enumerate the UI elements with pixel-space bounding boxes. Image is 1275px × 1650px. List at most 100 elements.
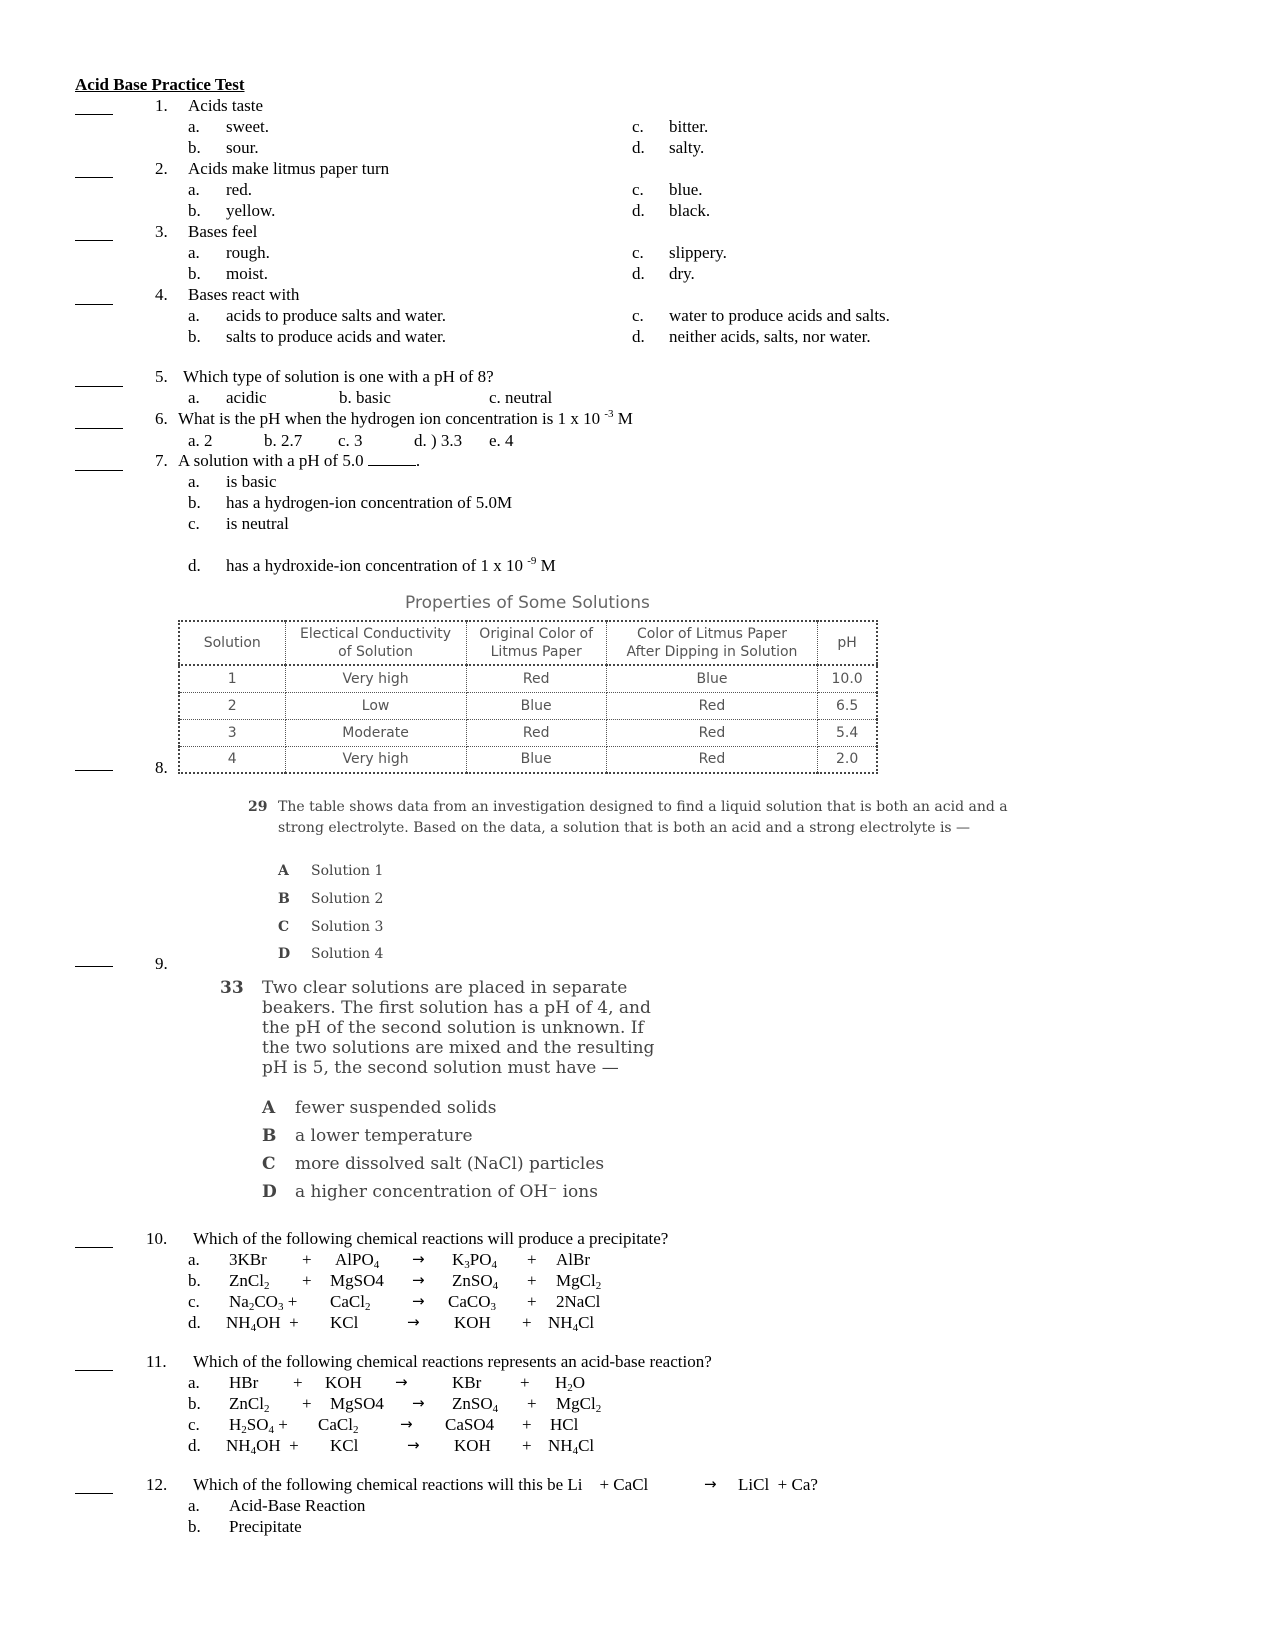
option-text: Solution 4: [311, 946, 384, 962]
reactant: CaCl2: [330, 1292, 371, 1313]
answer-blank-1[interactable]: [75, 114, 113, 115]
product: ZnSO4: [452, 1271, 499, 1292]
option-text: more dissolved salt (NaCl) particles: [295, 1154, 605, 1174]
option-label: b.: [188, 1271, 201, 1290]
arrow-icon: →: [412, 1292, 425, 1310]
product: NH4Cl: [548, 1436, 595, 1457]
answer-blank-6[interactable]: [75, 428, 123, 429]
option-text: sweet.: [226, 117, 269, 136]
option-text: a lower temperature: [295, 1126, 473, 1146]
product: NH4Cl: [548, 1313, 595, 1334]
option-text: Solution 1: [311, 863, 384, 879]
header-text: Original Color of: [479, 626, 594, 642]
cell: Red: [465, 718, 607, 747]
product: HCl: [550, 1415, 579, 1434]
header-text: of Solution: [338, 644, 414, 660]
reactant: KCl: [330, 1436, 359, 1455]
reactant: ZnCl2: [229, 1271, 270, 1292]
product: H2O: [555, 1373, 586, 1394]
plus-sign: +: [522, 1436, 532, 1455]
exponent: -3: [604, 408, 614, 420]
header-original-color: Original Color of Litmus Paper: [465, 620, 607, 666]
question-text: Acids taste: [188, 96, 264, 115]
table-row: 2 Low Blue Red 6.5: [178, 691, 878, 720]
option-text: has a hydrogen-ion concentration of 5.0M: [226, 493, 513, 512]
question-number: 3.: [155, 222, 168, 241]
option-D: Da higher concentration of OH⁻ ions: [262, 1184, 598, 1201]
source-question-number: 29: [248, 799, 268, 815]
option-label: a.: [188, 180, 200, 199]
option-label: c.: [632, 243, 644, 262]
answer-blank-2[interactable]: [75, 177, 113, 178]
option-label: d.: [188, 1436, 201, 1455]
answer-blank-10[interactable]: [75, 1247, 113, 1248]
arrow-icon: →: [412, 1250, 425, 1268]
reactant: ZnCl2: [229, 1394, 270, 1415]
cell: 5.4: [817, 718, 878, 747]
header-conductivity: Electical Conductivity of Solution: [284, 620, 467, 666]
question-text-line-1: The table shows data from an investigati…: [278, 799, 1008, 815]
cell: Very high: [284, 745, 467, 774]
reactant: HBr: [229, 1373, 259, 1392]
option-label: b.: [188, 264, 201, 283]
answer-blank-9[interactable]: [75, 966, 113, 967]
answer-blank-3[interactable]: [75, 240, 113, 241]
option-text: sour.: [226, 138, 259, 157]
option-c: c. neutral: [489, 388, 553, 407]
question-number: 10.: [146, 1229, 168, 1248]
answer-blank-11[interactable]: [75, 1370, 113, 1371]
question-number: 2.: [155, 159, 168, 178]
product: AlBr: [556, 1250, 590, 1269]
reactant: MgSO4: [330, 1394, 384, 1413]
answer-blank-5[interactable]: [75, 386, 123, 387]
figure-title: Properties of Some Solutions: [405, 593, 650, 613]
option-letter: B: [262, 1126, 277, 1146]
option-label: b.: [188, 493, 201, 512]
question-text: Acids make litmus paper turn: [188, 159, 390, 178]
option-label: a.: [188, 117, 200, 136]
page-title: Acid Base Practice Test: [75, 75, 245, 94]
answer-blank-4[interactable]: [75, 304, 113, 305]
question-number: 12.: [146, 1475, 168, 1494]
option-label: c.: [632, 117, 644, 136]
option-label: d.: [188, 1313, 201, 1332]
option-label: b.: [188, 138, 201, 157]
option-label: d.: [188, 556, 201, 575]
product: MgCl2: [556, 1394, 602, 1415]
plus-sign: +: [527, 1250, 537, 1269]
table-row: 4 Very high Blue Red 2.0: [178, 745, 878, 774]
unit: M: [536, 556, 556, 575]
plus-sign: +: [302, 1394, 312, 1413]
option-text: neither acids, salts, nor water.: [669, 327, 871, 346]
question-text-line: pH is 5, the second solution must have —: [262, 1058, 619, 1078]
option-label: d.: [632, 201, 645, 220]
exponent: -9: [527, 555, 537, 567]
reactant: AlPO4: [335, 1250, 380, 1271]
arrow-icon: →: [407, 1313, 420, 1331]
answer-blank-8[interactable]: [75, 770, 113, 771]
plus-sign: +: [302, 1250, 312, 1269]
properties-table: Solution Electical Conductivity of Soluti…: [178, 620, 878, 774]
option-text: acids to produce salts and water.: [226, 306, 446, 325]
question-text: Which of the following chemical reaction…: [193, 1475, 649, 1494]
question-number: 6.: [155, 409, 168, 428]
question-number: 1.: [155, 96, 168, 115]
option-text: blue.: [669, 180, 703, 199]
answer-blank-7[interactable]: [75, 470, 123, 471]
question-number: 4.: [155, 285, 168, 304]
fill-in-blank[interactable]: [367, 465, 416, 466]
reactant: NH4OH +: [226, 1436, 299, 1457]
question-text-line: the two solutions are mixed and the resu…: [262, 1038, 655, 1058]
option-e: e. 4: [489, 431, 514, 450]
option-a: a. 2: [188, 431, 213, 450]
option-label: a.: [188, 1250, 200, 1269]
option-label: b.: [188, 201, 201, 220]
reactant: NH4OH +: [226, 1313, 299, 1334]
question-number: 9.: [155, 954, 168, 973]
option-label: c.: [188, 514, 200, 533]
cell: 4: [178, 745, 286, 774]
option-label: b.: [188, 1517, 201, 1536]
answer-blank-12[interactable]: [75, 1493, 113, 1494]
option-d: d. ) 3.3: [414, 431, 463, 450]
question-text-main: A solution with a pH of 5.0: [178, 451, 364, 470]
